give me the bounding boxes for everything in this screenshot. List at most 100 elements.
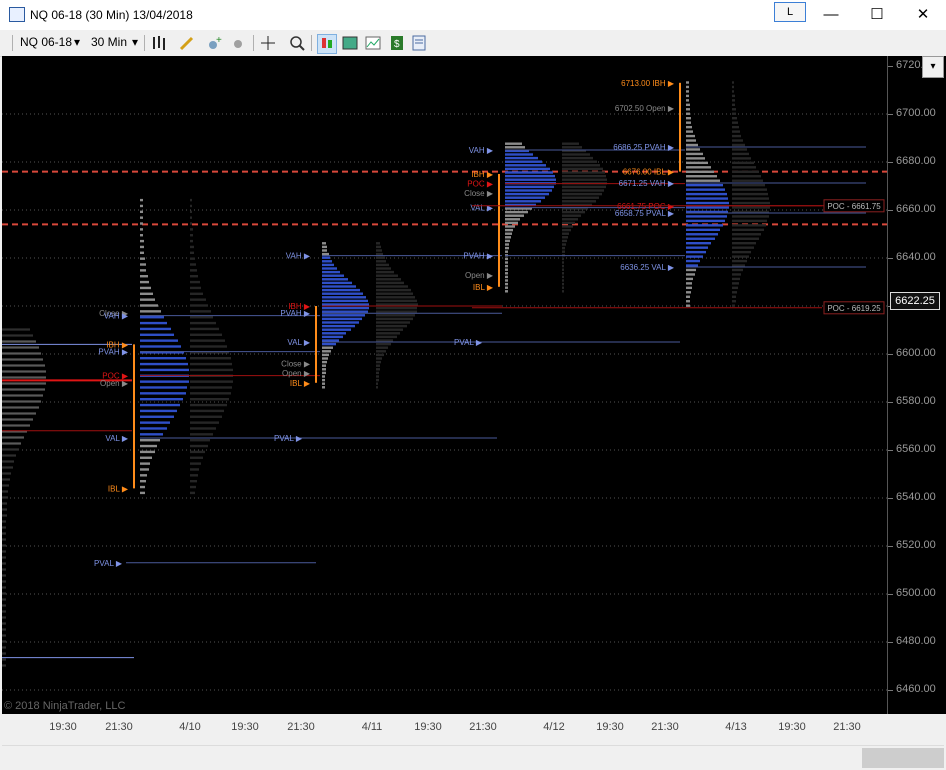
horizontal-scrollbar[interactable] [2, 745, 944, 770]
ghost-profile-row [190, 228, 193, 231]
profile-row [322, 371, 326, 375]
profile-row [322, 378, 325, 382]
ghost-profile-row [562, 275, 564, 279]
indicators-icon[interactable]: + [206, 34, 224, 52]
price-tick-label: 6580.00 [896, 395, 936, 407]
chart-style-icon[interactable] [364, 34, 382, 52]
strategies-icon[interactable] [230, 34, 248, 52]
ghost-profile-row [562, 164, 600, 167]
profile-row [686, 282, 692, 285]
profile-row [140, 462, 150, 465]
profile-row [322, 368, 326, 371]
dollar-icon[interactable]: $ [388, 34, 406, 52]
ghost-profile-row [190, 380, 233, 383]
profile-label: IBH ▶ [471, 170, 494, 179]
profile-label: IBL ▶ [473, 283, 494, 292]
ghost-profile-row [190, 339, 225, 342]
interval-dropdown-icon[interactable]: ▾ [132, 35, 138, 49]
drawing-pencil-icon[interactable] [178, 34, 196, 52]
profile-row [686, 250, 706, 254]
profile-row [505, 275, 508, 279]
ghost-profile-row [376, 375, 379, 378]
profile-row [322, 342, 336, 346]
bar-type-icon[interactable] [150, 34, 168, 52]
window-title: NQ 06-18 (30 Min) 13/04/2018 [30, 8, 193, 22]
profile-row [2, 436, 24, 439]
profile-row [686, 246, 708, 249]
profile-row [322, 263, 334, 267]
ghost-profile-row [376, 332, 400, 335]
profile-row [140, 474, 147, 477]
profile-row [686, 286, 692, 290]
price-tick-label: 6600.00 [896, 347, 936, 359]
ghost-profile-row [562, 189, 604, 192]
instrument-dropdown-icon[interactable]: ▾ [74, 35, 80, 49]
properties-icon[interactable] [410, 34, 428, 52]
crosshair-icon[interactable] [259, 34, 277, 52]
profile-row [322, 249, 327, 252]
profile-row [140, 386, 187, 389]
profile-row [2, 424, 30, 427]
profile-row [505, 243, 509, 246]
profile-row [2, 406, 39, 409]
chart-panel[interactable]: Close ▶ VAH ▶ IBH ▶ PVAH ▶ POC ▶ Open ▶ VAL ▶ I… [2, 56, 887, 714]
ghost-profile-row [562, 261, 564, 264]
profile-row [686, 166, 711, 169]
ghost-profile-row [376, 296, 415, 299]
profile-row [505, 171, 553, 174]
profile-row [140, 491, 145, 495]
price-tick-mark [888, 546, 893, 547]
profile-row [322, 270, 340, 274]
svg-text:+: + [216, 35, 222, 46]
profile-label: POC ▶ [467, 180, 494, 189]
profile-row [686, 206, 729, 209]
price-axis[interactable]: 6720.006700.006680.006660.006640.006620.… [887, 56, 946, 714]
time-axis[interactable]: 19:30 21:30 4/10 19:30 21:30 4/11 19:30 21:30 4/… [2, 714, 887, 744]
profile-row [322, 306, 369, 310]
link-button[interactable]: L [774, 2, 806, 22]
ghost-profile-row [376, 299, 417, 303]
ghost-profile-row [732, 206, 770, 209]
profile-row [686, 228, 720, 232]
profile-row [2, 532, 6, 535]
time-tick-label: 19:30 [414, 721, 442, 733]
profile-row [140, 275, 148, 278]
ghost-profile-row [190, 368, 233, 372]
ghost-profile-row [190, 234, 193, 237]
poc-tag-label: POC - 6619.25 [827, 304, 881, 313]
axis-menu-button[interactable]: ▾ [922, 56, 944, 78]
maximize-button[interactable]: ☐ [854, 0, 900, 30]
title-bar: NQ 06-18 (30 Min) 13/04/2018 L — ☐ ✕ [0, 0, 946, 30]
ghost-profile-row [190, 433, 213, 436]
profile-row [140, 362, 188, 366]
ghost-profile-row [732, 121, 738, 124]
profile-row [686, 157, 705, 160]
ghost-profile-row [732, 215, 769, 218]
profile-row [2, 484, 9, 487]
zoom-icon[interactable] [288, 34, 306, 52]
chart-trader-icon[interactable] [317, 34, 337, 54]
data-box-icon[interactable] [341, 34, 359, 52]
ghost-profile-row [562, 210, 585, 214]
minimize-button[interactable]: — [808, 0, 854, 30]
profile-row [322, 310, 368, 313]
close-button[interactable]: ✕ [900, 0, 946, 30]
profile-row [2, 562, 6, 565]
interval-selector[interactable]: 30 Min [91, 35, 127, 49]
profile-row [140, 403, 180, 407]
profile-row [505, 142, 522, 145]
time-tick-label: 21:30 [651, 721, 679, 733]
profile-row [140, 380, 189, 383]
profile-row [2, 352, 41, 355]
ghost-profile-row [562, 200, 596, 203]
profile-row [322, 386, 325, 389]
ghost-profile-row [190, 398, 229, 401]
market-profile-chart[interactable]: Close ▶ VAH ▶ IBH ▶ PVAH ▶ POC ▶ Open ▶ VAL ▶ I… [2, 56, 887, 714]
profile-row [2, 472, 11, 475]
ghost-profile-row [562, 272, 564, 275]
scrollbar-thumb[interactable] [862, 748, 944, 768]
ghost-profile-row [190, 321, 216, 325]
price-tick-mark [888, 258, 893, 259]
instrument-selector[interactable]: NQ 06-18 [20, 35, 72, 49]
profile-label: PVAH ▶ [463, 252, 493, 261]
